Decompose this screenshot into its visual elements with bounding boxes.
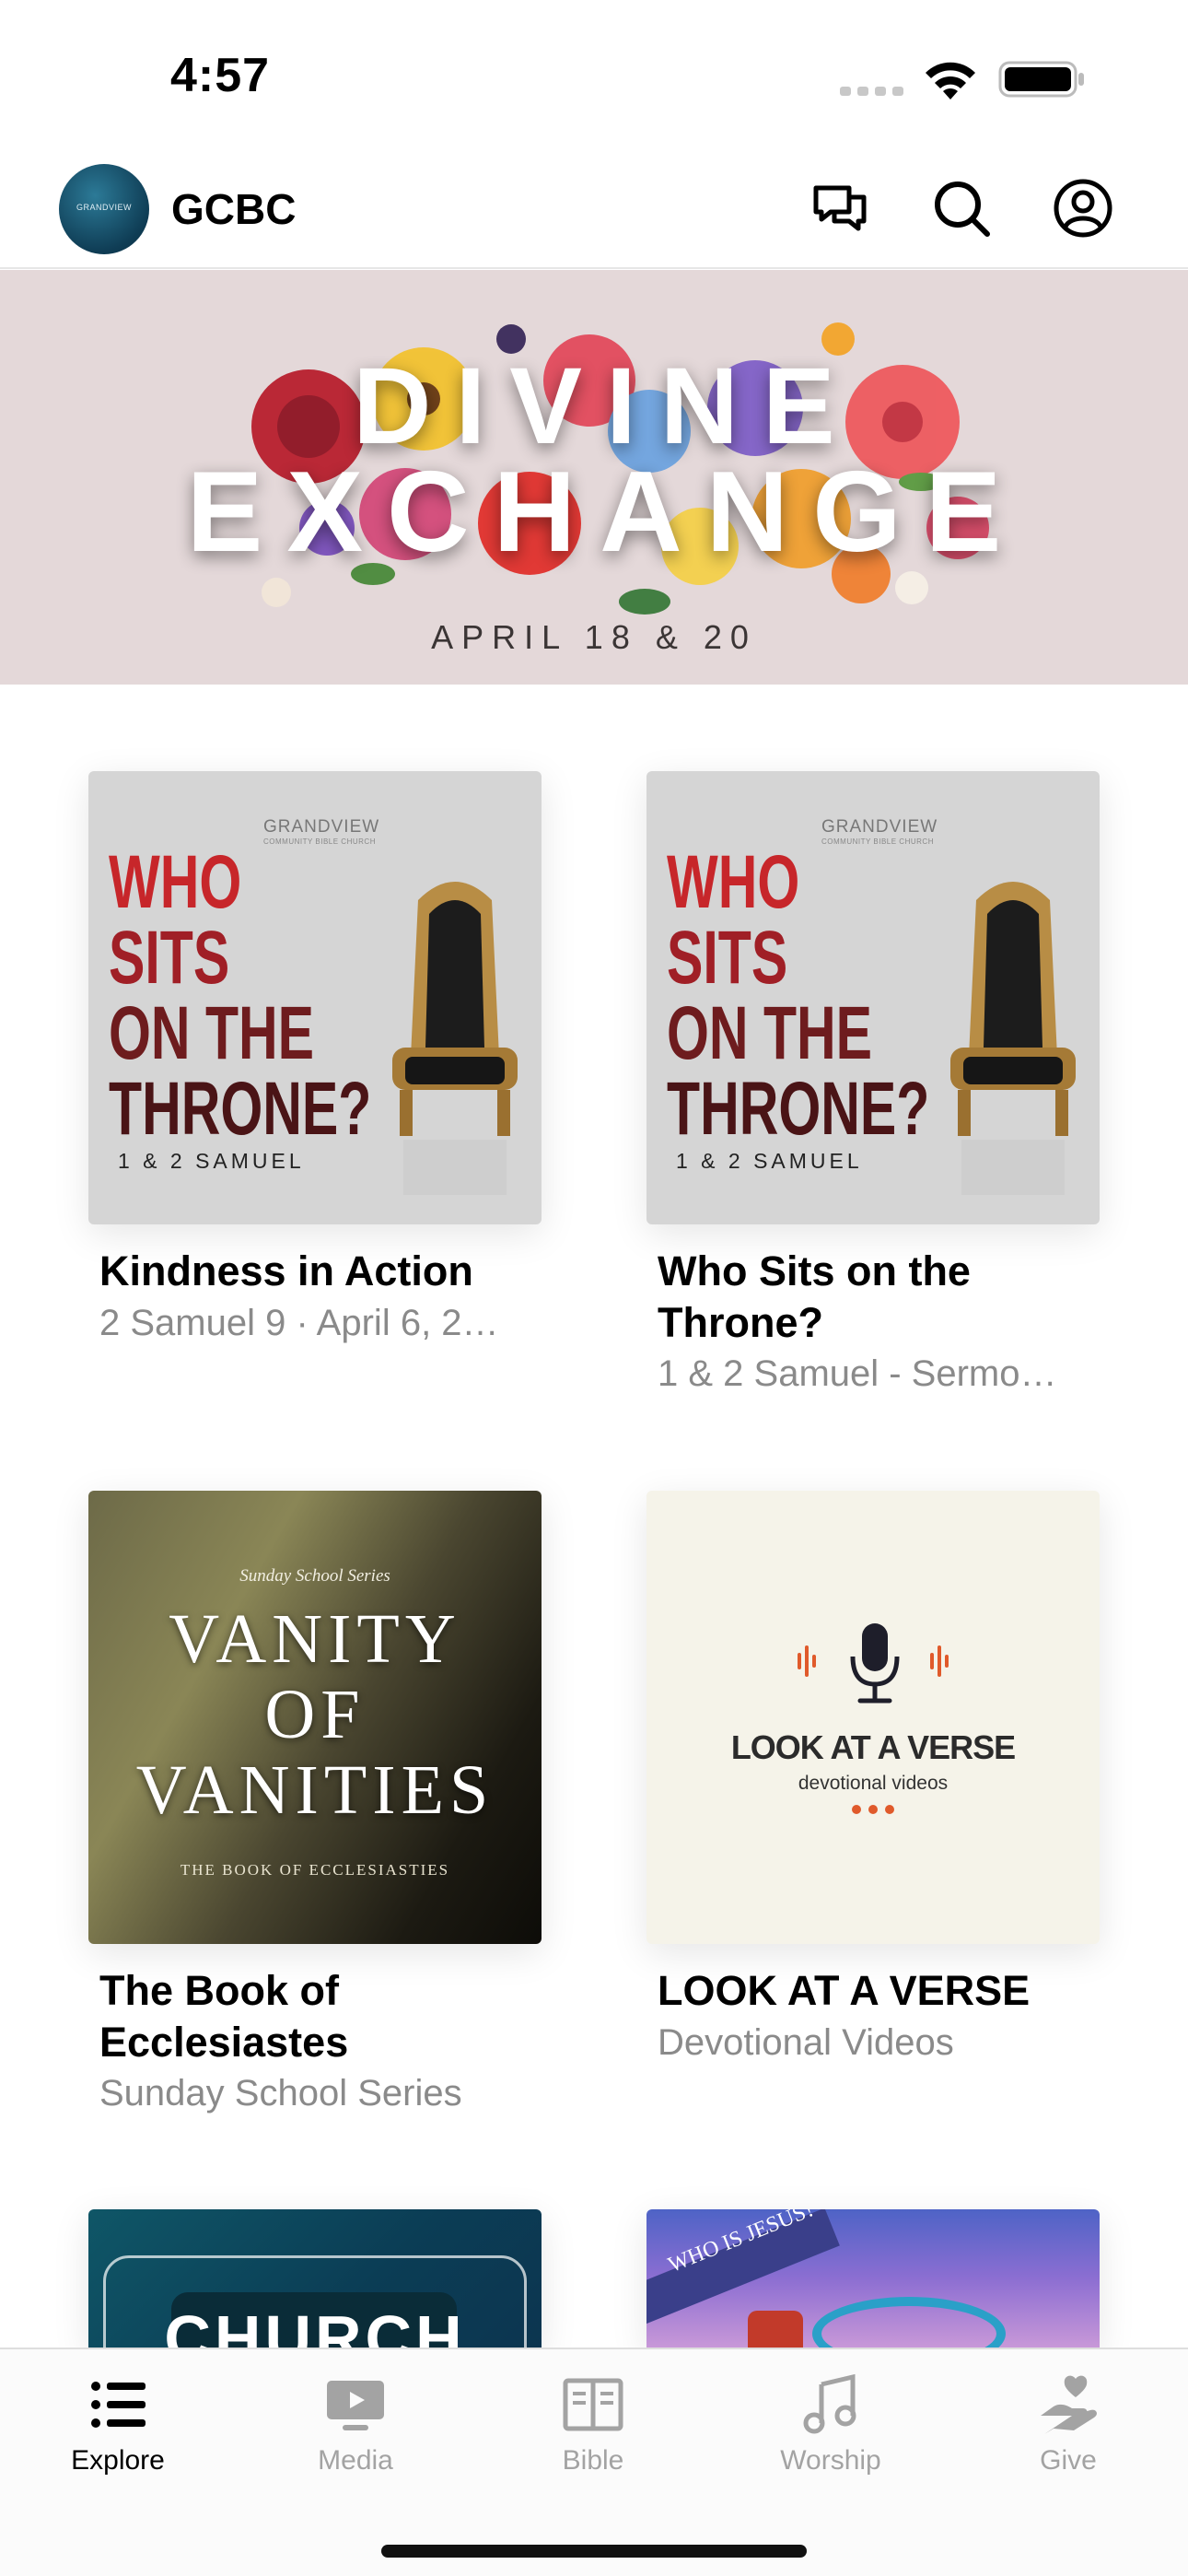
thumb-text: CHURCH [164,2302,466,2348]
banner-date: APRIL 18 & 20 [431,618,757,656]
tab-label: Give [1040,2445,1097,2476]
card-subtitle: Sunday School Series [99,2073,462,2113]
music-note-icon [803,2373,856,2434]
tab-give[interactable]: Give [976,2349,1160,2478]
avatar-logo-text: GRANDVIEW [76,203,132,212]
chat-icon[interactable] [807,175,873,241]
thumb-word: THRONE? [109,1067,372,1151]
card-thumbnail[interactable]: GRANDVIEW COMMUNITY BIBLE CHURCH WHO SIT… [646,771,1100,1224]
thumb-word: SITS [667,916,788,1000]
thumb-brand: GRANDVIEW [821,817,938,837]
throne-image [950,882,1076,1195]
home-indicator[interactable] [381,2545,807,2558]
hand-heart-icon [1041,2375,1097,2434]
status-bar: 4:57 [0,0,1188,147]
card-title: LOOK AT A VERSE [658,1967,1031,2014]
thumb-headline-line: OF [264,1676,366,1753]
thumb-headline-line: VANITIES [135,1751,495,1829]
tab-worship[interactable]: Worship [739,2349,923,2478]
cellular-signal-icon [840,87,903,96]
app-header: GRANDVIEW GCBC [0,147,1188,269]
thumb-brand: GRANDVIEW [263,817,380,837]
wifi-icon [926,62,975,100]
microphone-icon [798,1623,949,1704]
search-icon[interactable] [928,175,995,241]
tab-label: Bible [562,2445,624,2476]
tv-icon [327,2381,384,2430]
card-thumbnail[interactable]: WHO IS JESUS? [646,2209,1100,2348]
card-thumbnail[interactable]: CHURCH [88,2209,542,2348]
throne-image [392,882,518,1195]
thumb-headline: WHO SITS ON THE THRONE? [109,845,371,1147]
card-title: Who Sits on the Throne? [658,1247,971,1346]
tab-label: Worship [780,2445,881,2476]
card-title: Kindness in Action [99,1247,473,1294]
tab-bible[interactable]: Bible [501,2349,685,2478]
tab-label: Media [318,2445,393,2476]
tab-explore[interactable]: Explore [26,2349,210,2478]
app-title: GCBC [171,185,297,233]
status-time: 4:57 [170,49,271,102]
thumb-word: ON THE [109,991,315,1075]
card-thumbnail[interactable]: LOOK AT A VERSE devotional videos [646,1491,1100,1944]
profile-icon[interactable] [1050,175,1116,241]
thumb-series-label: 1 & 2 SAMUEL [118,1149,305,1173]
bottom-tab-bar: Explore Media Bible Worship Give [0,2348,1188,2576]
dots-icon [852,1805,894,1814]
church-logo-avatar[interactable]: GRANDVIEW [59,164,149,254]
book-icon [563,2378,623,2431]
card-subtitle: 1 & 2 Samuel - Sermo… [658,1353,1057,1394]
banner-title-line2: EXCHANGE [186,449,1026,576]
card-subtitle: 2 Samuel 9 · April 6, 2… [99,1303,499,1343]
thumb-series-label: 1 & 2 SAMUEL [676,1149,863,1173]
tab-label: Explore [71,2445,165,2476]
thumb-headline: WHO SITS ON THE THRONE? [667,845,929,1147]
thumb-word: WHO [109,840,242,924]
card-title: The Book of Ecclesiastes [99,1967,349,2066]
thumb-kicker: Sunday School Series [239,1566,390,1586]
card-subtitle: Devotional Videos [658,2022,954,2063]
card-thumbnail[interactable]: Sunday School Series VANITY OF VANITIES … [88,1491,542,1944]
thumb-word: THRONE? [667,1067,930,1151]
thumb-headline-line: VANITY [169,1600,461,1678]
featured-banner[interactable]: DIVINE EXCHANGE APRIL 18 & 20 [0,270,1188,685]
thumb-word: ON THE [667,991,873,1075]
thumb-word: SITS [109,916,230,1000]
list-icon [91,2382,146,2428]
tab-media[interactable]: Media [263,2349,448,2478]
thumb-title: LOOK AT A VERSE [730,1728,1016,1766]
thumb-subtitle: devotional videos [798,1773,949,1794]
thumb-word: WHO [667,840,800,924]
battery-icon [998,61,1084,98]
thumb-subtitle: THE BOOK OF ECCLESIASTIES [180,1861,450,1879]
card-thumbnail[interactable]: GRANDVIEW COMMUNITY BIBLE CHURCH WHO SIT… [88,771,542,1224]
